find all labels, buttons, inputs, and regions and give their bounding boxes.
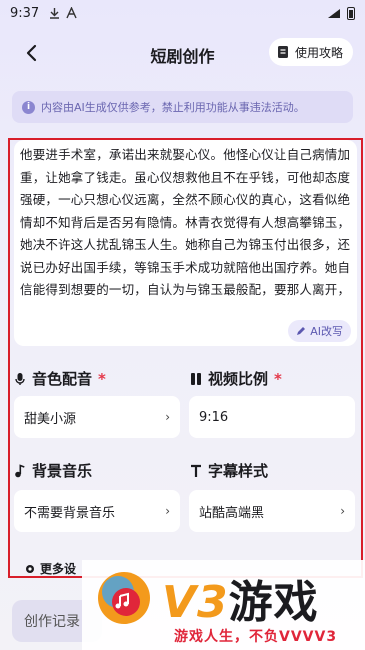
text-t-icon bbox=[191, 464, 201, 477]
script-textarea[interactable]: 他要进手术室，承诺出来就娶心仪。他怪心仪让自己病情加重，让她拿了钱走。虽心仪想救… bbox=[14, 140, 357, 300]
subtitle-section-label: 字幕样式 bbox=[190, 460, 268, 481]
microphone-icon bbox=[15, 372, 25, 385]
watermark-cn: 游戏 bbox=[228, 577, 319, 628]
signal-icon bbox=[328, 8, 340, 18]
bgm-label: 背景音乐 bbox=[32, 462, 93, 480]
chevron-right-icon: › bbox=[165, 410, 170, 424]
status-left-icons bbox=[49, 7, 77, 19]
guide-doc-icon bbox=[277, 46, 288, 58]
more-settings-button[interactable]: 更多设 bbox=[24, 560, 76, 577]
status-bar: 9:37 bbox=[0, 0, 365, 26]
ratio-icon bbox=[191, 372, 201, 385]
records-label: 创作记录 bbox=[24, 614, 80, 630]
voice-section-label: 音色配音 * bbox=[14, 368, 106, 389]
ratio-section-label: 视频比例 * bbox=[190, 368, 282, 389]
guide-button[interactable]: 使用攻略 bbox=[268, 38, 353, 66]
a-icon bbox=[66, 7, 77, 19]
notice-text: 内容由AI生成仅供参考，禁止利用功能从事违法活动。 bbox=[41, 101, 305, 114]
chevron-right-icon: › bbox=[165, 504, 170, 518]
guide-label: 使用攻略 bbox=[294, 45, 343, 60]
status-time: 9:37 bbox=[10, 5, 40, 21]
edit-pen-icon bbox=[297, 327, 306, 335]
gear-icon bbox=[26, 564, 34, 573]
nav-bar: 短剧创作 使用攻略 bbox=[0, 34, 365, 72]
voice-select[interactable]: 甜美小源 › bbox=[14, 396, 180, 438]
ratio-select[interactable]: 9:16 bbox=[189, 396, 355, 438]
bgm-value: 不需要背景音乐 bbox=[24, 505, 116, 521]
music-note-icon bbox=[15, 463, 25, 477]
watermark-v3: V3 bbox=[162, 577, 229, 628]
battery-icon bbox=[347, 6, 355, 20]
notice-banner: i 内容由AI生成仅供参考，禁止利用功能从事违法活动。 bbox=[12, 91, 353, 123]
ratio-value: 9:16 bbox=[199, 409, 229, 425]
ai-rewrite-button[interactable]: AI改写 bbox=[288, 320, 351, 342]
more-settings-label: 更多设 bbox=[40, 562, 77, 576]
watermark-title: V3游戏 bbox=[162, 566, 319, 630]
subtitle-label: 字幕样式 bbox=[208, 462, 269, 480]
info-icon: i bbox=[22, 100, 35, 114]
voice-label: 音色配音 bbox=[32, 370, 93, 388]
status-right bbox=[327, 6, 355, 20]
ai-rewrite-label: AI改写 bbox=[310, 325, 343, 338]
bgm-section-label: 背景音乐 bbox=[14, 460, 92, 481]
voice-value: 甜美小源 bbox=[24, 411, 77, 427]
watermark-slogan: 游戏人生，不负VVVV3 bbox=[174, 629, 338, 645]
v3-logo-icon bbox=[98, 572, 150, 624]
bgm-select[interactable]: 不需要背景音乐 › bbox=[14, 490, 180, 532]
site-watermark: V3游戏 游戏人生，不负VVVV3 bbox=[82, 560, 365, 650]
subtitle-value: 站酷高端黑 bbox=[199, 505, 265, 521]
ratio-label: 视频比例 bbox=[208, 370, 269, 388]
ratio-required-mark: * bbox=[274, 369, 282, 388]
download-icon bbox=[50, 8, 60, 19]
script-card: 他要进手术室，承诺出来就娶心仪。他怪心仪让自己病情加重，让她拿了钱走。虽心仪想救… bbox=[14, 140, 357, 346]
highlighted-content-area: 他要进手术室，承诺出来就娶心仪。他怪心仪让自己病情加重，让她拿了钱走。虽心仪想救… bbox=[8, 138, 363, 578]
chevron-right-icon: › bbox=[340, 504, 345, 518]
voice-required-mark: * bbox=[98, 369, 106, 388]
subtitle-select[interactable]: 站酷高端黑 › bbox=[189, 490, 355, 532]
